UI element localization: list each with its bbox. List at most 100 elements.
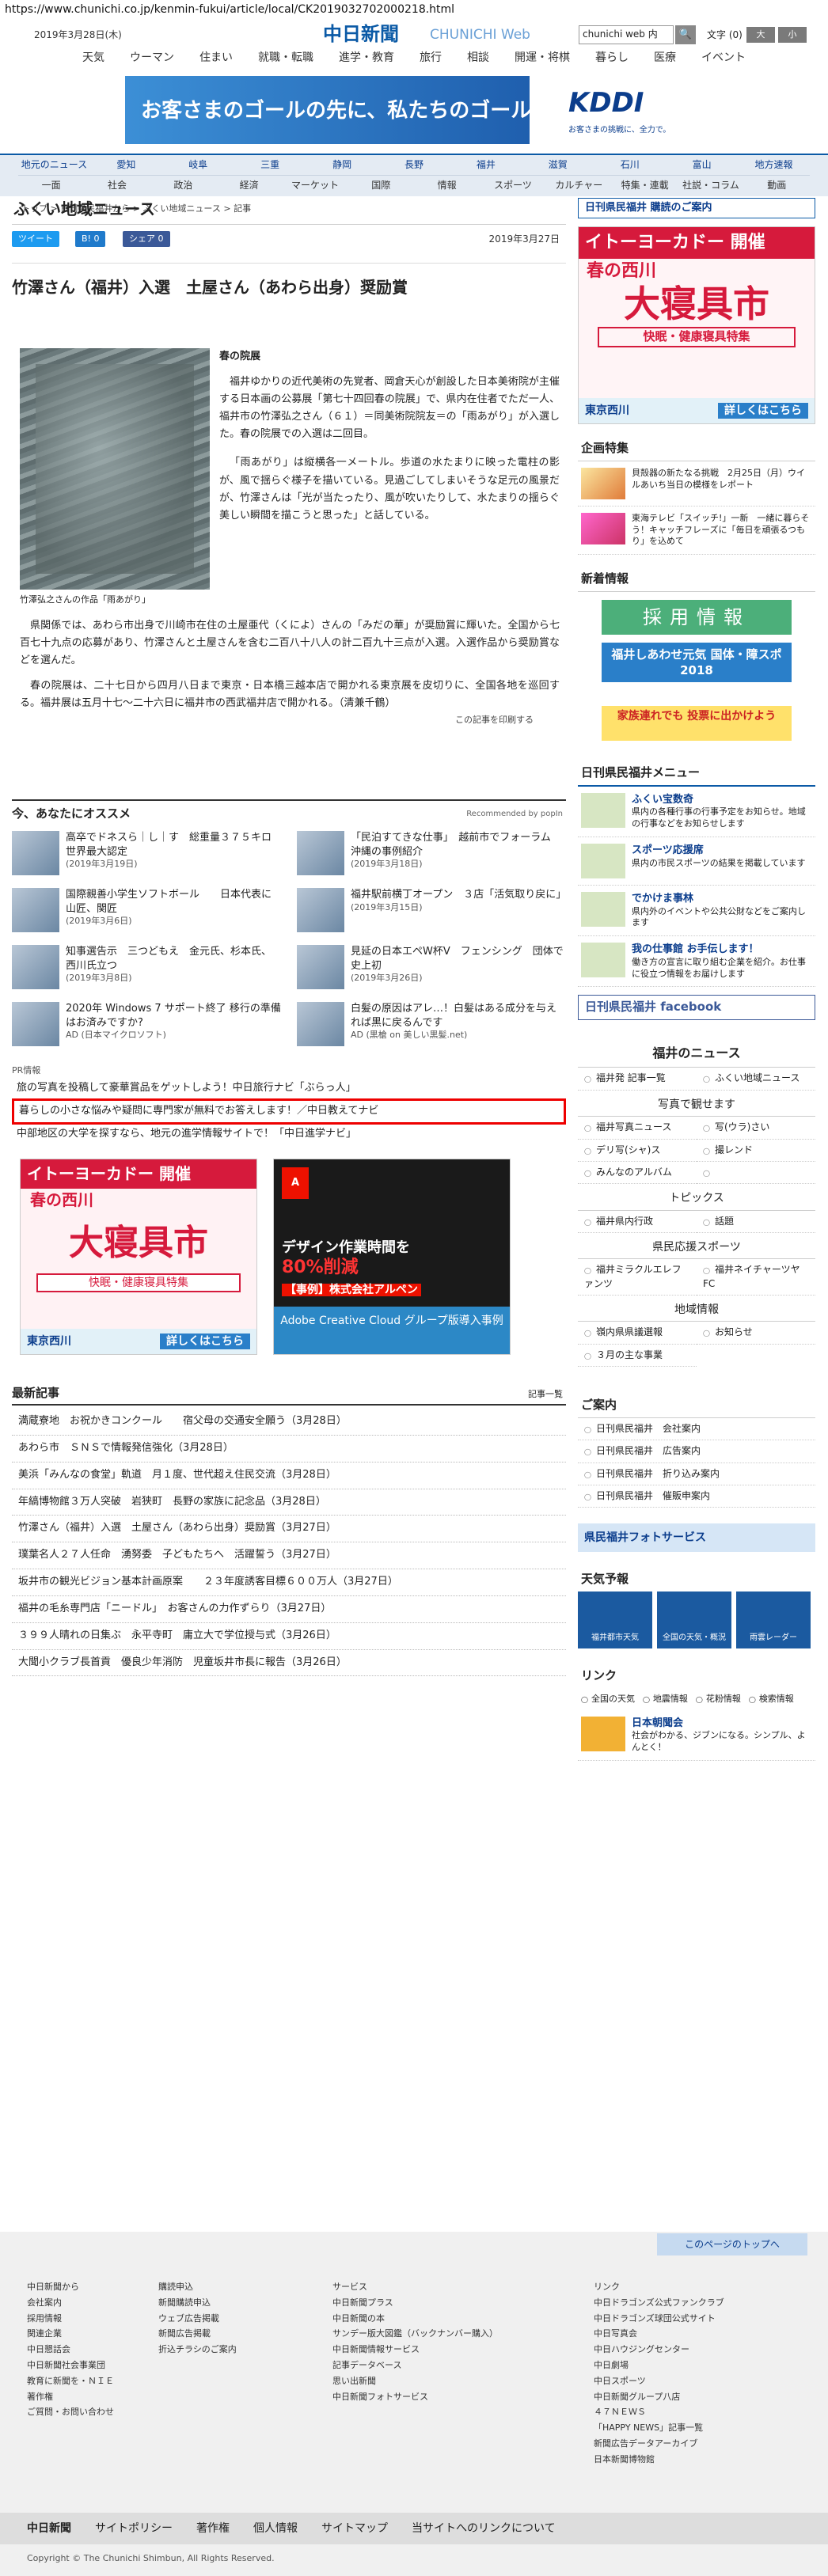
recommend-item[interactable]: 白髪の原因はアレ…！白髪はある成分を与えれば黒に戻るんです AD (黒槍 on 美… xyxy=(297,1002,566,1046)
side-link[interactable]: 話題 xyxy=(697,1211,815,1233)
print-link[interactable]: この記事を印刷する xyxy=(455,714,534,727)
side-link[interactable]: 撮レンド xyxy=(697,1140,815,1162)
footer-logo[interactable]: 中日新聞 xyxy=(27,2521,71,2536)
adobe-ad[interactable]: A デザイン作業時間を 80%削減 【事例】株式会社アルペン Adobe Creat… xyxy=(273,1159,511,1355)
footer-bar-link[interactable]: 当サイトへのリンクについて xyxy=(412,2521,556,2536)
pr-link[interactable]: 旅の写真を投稿して豪華賞品をゲットしよう！中日旅行ナビ「ぶらっ人」 xyxy=(12,1079,566,1098)
weather-fukui[interactable]: 福井都市天気 xyxy=(578,1592,652,1649)
gnav2-item[interactable]: カルチャー xyxy=(545,175,612,195)
side-link[interactable]: 福井写真ニュース xyxy=(578,1117,697,1140)
footer-link[interactable]: 中日ハウジングセンター xyxy=(594,2342,724,2358)
footer-link[interactable]: 中日懇話会 xyxy=(27,2342,114,2358)
latest-item[interactable]: 璞葉名人２７人任命 湧努委 子どもたちへ 活躍誓う（3月27日） xyxy=(12,1542,566,1570)
pr-link[interactable]: 中部地区の大学を探すなら、地元の進学情報サイトで！「中日進学ナビ」 xyxy=(12,1125,566,1144)
latest-item[interactable]: 年縞博物館３万人突破 岩狭町 長野の家族に記念品（3月28日） xyxy=(12,1489,566,1516)
gnav2-item[interactable]: 特集・連載 xyxy=(611,175,678,195)
article-photo[interactable] xyxy=(20,348,210,590)
nittoku-item[interactable]: 日本朝聞会 社会がわかる、ジブンになる。シンプル、よんとく！ xyxy=(578,1710,815,1762)
fb-share-button[interactable]: シェア 0 xyxy=(123,231,170,247)
gnav-item[interactable]: 石川 xyxy=(594,155,666,175)
gnav-item[interactable]: 地方速報 xyxy=(738,155,810,175)
weather-national[interactable]: 全国の天気・概況 xyxy=(657,1592,731,1649)
footer-link[interactable]: リンク xyxy=(594,2279,724,2295)
footer-link[interactable]: サービス xyxy=(332,2279,498,2295)
footer-link[interactable]: 教育に新聞を・ＮＩＥ xyxy=(27,2373,114,2389)
footer-link[interactable]: 「HAPPY NEWS」記事一覧 xyxy=(594,2420,724,2436)
footer-bar-link[interactable]: サイトマップ xyxy=(321,2521,388,2536)
search-icon[interactable]: 🔍 xyxy=(675,25,696,44)
side-link[interactable]: 嶺内県県議選報 xyxy=(578,1322,697,1345)
popin-credit[interactable]: Recommended by popIn xyxy=(466,809,563,821)
footer-link[interactable]: 日本新聞博物館 xyxy=(594,2452,724,2468)
topnav-item[interactable]: 暮らし xyxy=(583,47,641,68)
gnav2-item[interactable]: スポーツ xyxy=(480,175,546,195)
footer-link[interactable]: 中日新聞の本 xyxy=(332,2311,498,2327)
annai-link[interactable]: 日刊県民福井 広告案内 xyxy=(578,1440,815,1463)
footer-link[interactable]: 中日劇場 xyxy=(594,2358,724,2373)
recommend-item[interactable]: 高卒でドネスら｜し｜す 総重量３７５キロ 世界最大認定 (2019年3月19日) xyxy=(12,831,282,875)
ext-link[interactable]: 花粉情報 xyxy=(696,1693,741,1705)
side-link[interactable]: みんなのアルバム xyxy=(578,1162,697,1185)
footer-link[interactable]: 中日新聞社会事業団 xyxy=(27,2358,114,2373)
footer-link[interactable]: 中日新聞フォトサービス xyxy=(332,2389,498,2405)
footer-link[interactable]: 新聞広告掲載 xyxy=(158,2326,237,2342)
gnav2-item[interactable]: 国際 xyxy=(348,175,414,195)
pr-link-highlighted[interactable]: 暮らしの小さな悩みや疑問に専門家が無料でお答えします！／中日教えてナビ xyxy=(12,1098,566,1125)
ad-detail-button[interactable]: 詳しくはこちら xyxy=(160,1333,250,1349)
side-link[interactable]: 福井ネイチャーツヤFC xyxy=(697,1259,815,1296)
topnav-item[interactable]: 住まい xyxy=(187,47,245,68)
vote-banner[interactable]: 家族連れでも 投票に出かけよう xyxy=(602,706,792,742)
side-link[interactable]: デリ写(シャ)ス xyxy=(578,1140,697,1162)
footer-link[interactable]: 思い出新聞 xyxy=(332,2373,498,2389)
ito-yokado-ad[interactable]: イトーヨーカドー 開催 春の西川 大寝具市 快眠・健康寝具特集 東京西川 詳しく… xyxy=(20,1159,257,1355)
footer-link[interactable]: 中日スポーツ xyxy=(594,2373,724,2389)
gnav-item[interactable]: 長野 xyxy=(378,155,450,175)
recommend-item[interactable]: 「民泊すてきな仕事」 越前市でフォーラム 沖縄の事例紹介 (2019年3月18日) xyxy=(297,831,566,875)
side-link[interactable]: ３月の主な事業 xyxy=(578,1345,697,1368)
ext-link[interactable]: 検索情報 xyxy=(749,1693,794,1705)
annai-link[interactable]: 日刊県民福井 折り込み案内 xyxy=(578,1463,815,1486)
gnav-item[interactable]: 静岡 xyxy=(306,155,378,175)
site-logo[interactable]: 中日新聞 xyxy=(323,21,399,48)
footer-link[interactable]: 中日新聞グループ八店 xyxy=(594,2389,724,2405)
photo-service-banner[interactable]: 県民福井フォトサービス xyxy=(578,1523,815,1553)
gnav2-item[interactable]: 動画 xyxy=(743,175,810,195)
kenmin-fukui-subscribe[interactable]: 日刊県民福井 購読のご案内 xyxy=(578,198,815,218)
menu-item[interactable]: 我の仕事館 お手伝します！ 働き方の宣言に取り組む企業を紹介。お仕事に役立つ情報を… xyxy=(578,936,815,988)
gnav2-item[interactable]: 社会 xyxy=(84,175,150,195)
footer-link[interactable]: ご質問・お問い合わせ xyxy=(27,2404,114,2420)
recommend-item[interactable]: 見延の日本エペW杯V フェンシング 団体で史上初 (2019年3月26日) xyxy=(297,945,566,989)
footer-link[interactable]: サンデー版大図鑑（バックナンバー購入） xyxy=(332,2326,498,2342)
footer-link[interactable]: 採用情報 xyxy=(27,2311,114,2327)
gnav-item[interactable]: 岐阜 xyxy=(162,155,234,175)
gnav2-item[interactable]: 経済 xyxy=(215,175,283,195)
side-ito-ad[interactable]: イトーヨーカドー 開催 春の西川 大寝具市 快眠・健康寝具特集 東京西川 詳しく… xyxy=(578,226,815,424)
annai-link[interactable]: 日刊県民福井 催販申案内 xyxy=(578,1485,815,1508)
latest-item[interactable]: ３９９人晴れの日集ぶ 永平寺町 庸立大で学位授与式（3月26日） xyxy=(12,1623,566,1650)
side-link[interactable]: 福井発 記事一覧 xyxy=(578,1068,697,1091)
topnav-item[interactable]: 天気 xyxy=(70,47,117,68)
footer-link[interactable]: ウェブ広告掲載 xyxy=(158,2311,237,2327)
latest-item[interactable]: 美浜「みんなの食堂」軌道 月１度、世代超え住民交流（3月28日） xyxy=(12,1463,566,1489)
side-link[interactable]: 福井県内行政 xyxy=(578,1211,697,1233)
recommend-item[interactable]: 2020年 Windows 7 サポート終了 移行の準備はお済みですか? AD (… xyxy=(12,1002,281,1046)
gnav-item[interactable]: 地元のニュース xyxy=(18,155,90,175)
saiyo-banner[interactable]: 採用情報 xyxy=(602,600,792,635)
topnav-item[interactable]: 医療 xyxy=(641,47,689,68)
footer-link[interactable]: 折込チラシのご案内 xyxy=(158,2342,237,2358)
footer-link[interactable]: 中日ドラゴンズ球団公式サイト xyxy=(594,2311,724,2327)
topnav-item[interactable]: 旅行 xyxy=(407,47,454,68)
footer-link[interactable]: 新聞広告データアーカイブ xyxy=(594,2436,724,2452)
gnav-item[interactable]: 三重 xyxy=(234,155,306,175)
font-small-button[interactable]: 小 xyxy=(778,27,807,43)
gnav2-item[interactable]: 情報 xyxy=(413,175,480,195)
footer-link[interactable]: ４７ＮＥＷＳ xyxy=(594,2404,724,2420)
latest-more-link[interactable]: 記事一覧 xyxy=(528,1388,563,1401)
footer-link[interactable]: 購読申込 xyxy=(158,2279,237,2295)
site-logo-en[interactable]: CHUNICHI Web xyxy=(430,25,530,45)
gnav-item[interactable]: 滋賀 xyxy=(522,155,594,175)
weather-radar[interactable]: 雨雲レーダー xyxy=(736,1592,811,1649)
recommend-item[interactable]: 国際親善小学生ソフトボール 日本代表に山匠、関匠 (2019年3月6日) xyxy=(12,888,281,932)
latest-item[interactable]: 満蔵寮地 お祝かきコンクール 宿父母の交通安全願う（3月28日） xyxy=(12,1409,566,1436)
footer-link[interactable]: 中日新聞プラス xyxy=(332,2295,498,2311)
